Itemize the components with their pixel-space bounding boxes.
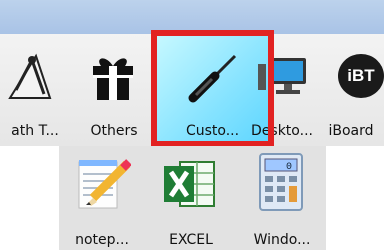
notepad-pencil-icon	[73, 154, 131, 214]
screwdriver-icon	[187, 52, 239, 104]
launcher-item-math-tools[interactable]: ath T...	[0, 48, 70, 146]
launcher-item-desktop[interactable]: Deskto...	[244, 48, 320, 146]
launcher-item-label: Others	[90, 123, 138, 139]
launcher-item-windows-calculator[interactable]: 0 Windo...	[238, 146, 326, 250]
launcher-item-label: EXCEL	[169, 232, 213, 248]
calculator-icon: 0	[256, 152, 306, 212]
gift-icon	[89, 54, 137, 102]
launcher-item-others[interactable]: Others	[78, 48, 150, 146]
iboard-logo-icon: iBT	[338, 54, 384, 98]
launcher-item-notepad[interactable]: notep...	[59, 146, 145, 250]
excel-icon	[162, 156, 218, 210]
svg-text:0: 0	[286, 162, 292, 173]
launcher-item-excel[interactable]: EXCEL	[148, 146, 234, 250]
launcher-item-label: Deskto...	[251, 123, 313, 139]
window-header-band	[0, 0, 384, 34]
launcher-item-iboard[interactable]: iBT iBoard	[318, 48, 384, 146]
launcher-item-label: notep...	[75, 232, 129, 248]
launcher-item-label: ath T...	[11, 123, 59, 139]
launcher-item-label: Windo...	[253, 232, 311, 248]
compass-ruler-icon	[6, 50, 54, 102]
monitor-icon	[256, 54, 308, 98]
launcher-item-label: iBoard	[328, 123, 374, 139]
